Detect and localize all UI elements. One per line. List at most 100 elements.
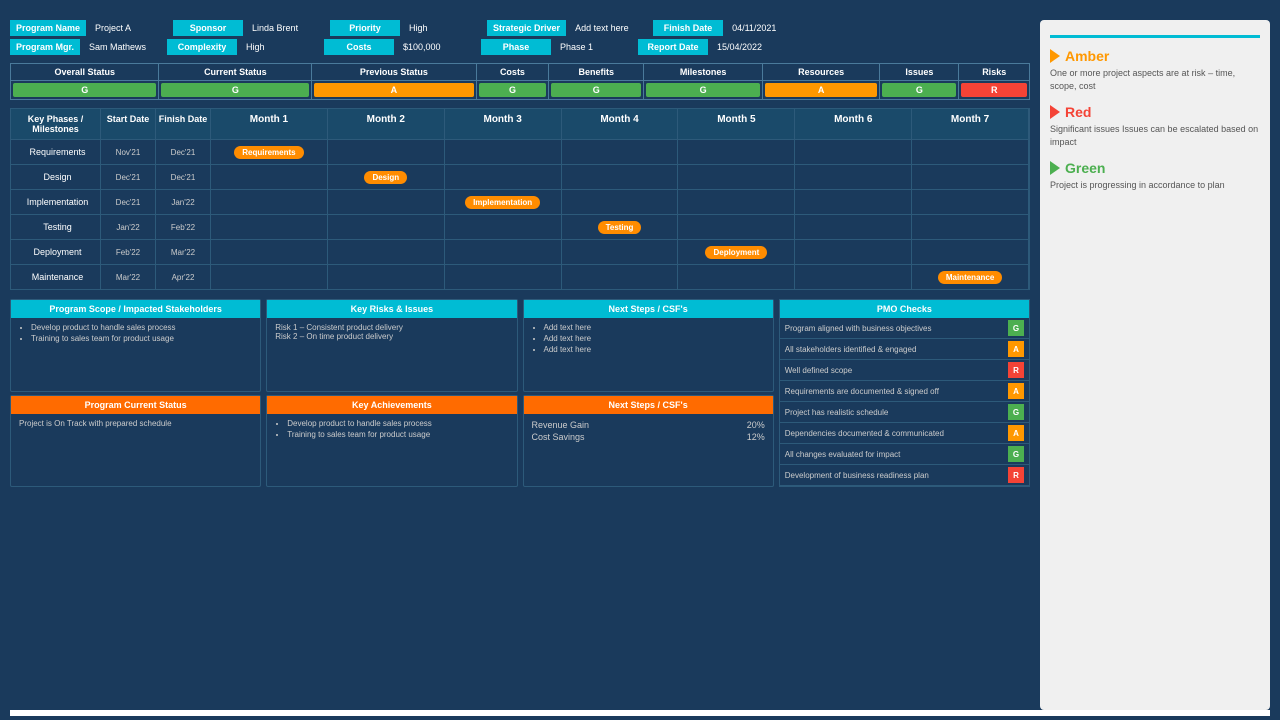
- gantt-bar: Requirements: [234, 146, 303, 159]
- right-panel: AmberOne or more project aspects are at …: [1040, 20, 1270, 710]
- gantt-header-cell: Month 7: [912, 109, 1029, 139]
- status-value-cell: G: [476, 81, 549, 100]
- kv-key: Cost Savings: [532, 432, 585, 442]
- gantt-phase-name: Design: [11, 165, 101, 189]
- gantt-month-cell: [562, 265, 679, 289]
- legend-title: Red: [1050, 104, 1260, 120]
- gantt-month-cell: [795, 190, 912, 214]
- pmo-badge: R: [1008, 362, 1024, 378]
- info-label: Finish Date: [653, 20, 723, 36]
- bottom-card-header: Program Current Status: [11, 396, 260, 414]
- info-cell: Finish Date04/11/2021: [653, 20, 806, 36]
- status-badge: G: [13, 83, 156, 97]
- legend-label: Red: [1065, 104, 1091, 120]
- status-value-cell: G: [644, 81, 763, 100]
- gantt-start-date: Nov'21: [101, 140, 156, 164]
- gantt-finish-date: Feb'22: [156, 215, 211, 239]
- legend-label: Amber: [1065, 48, 1109, 64]
- status-header-cell: Risks: [959, 64, 1030, 81]
- info-value: Phase 1: [554, 39, 634, 55]
- status-badge: G: [161, 83, 309, 97]
- pmo-body: Program aligned with business objectives…: [780, 318, 1029, 486]
- status-header-cell: Overall Status: [11, 64, 159, 81]
- gantt-month-cell: [795, 140, 912, 164]
- status-header-cell: Current Status: [159, 64, 312, 81]
- pmo-row: Dependencies documented & communicatedA: [780, 423, 1029, 444]
- pmo-row: Program aligned with business objectives…: [780, 318, 1029, 339]
- legend-description: Significant issues Issues can be escalat…: [1050, 123, 1260, 148]
- bottom-card-header: Key Risks & Issues: [267, 300, 516, 318]
- gantt-month-cell: [678, 165, 795, 189]
- gantt-bar: Maintenance: [938, 271, 1002, 284]
- status-badge: G: [479, 83, 547, 97]
- gantt-header-cell: Month 5: [678, 109, 795, 139]
- legend-label: Green: [1065, 160, 1105, 176]
- legend-item: AmberOne or more project aspects are at …: [1050, 48, 1260, 92]
- info-label: Report Date: [638, 39, 708, 55]
- bottom-card-column: Program Scope / Impacted StakeholdersDev…: [10, 299, 261, 487]
- pmo-row-text: All changes evaluated for impact: [785, 450, 901, 459]
- status-header-cell: Issues: [880, 64, 959, 81]
- status-badge: A: [314, 83, 473, 97]
- pmo-badge: G: [1008, 320, 1024, 336]
- gantt-start-date: Feb'22: [101, 240, 156, 264]
- status-header-cell: Resources: [762, 64, 880, 81]
- pmo-row: Well defined scopeR: [780, 360, 1029, 381]
- pmo-row-text: Requirements are documented & signed off: [785, 387, 939, 396]
- info-label: Program Mgr.: [10, 39, 80, 55]
- gantt-month-cell: [211, 165, 328, 189]
- gantt-row: DeploymentFeb'22Mar'22Deployment: [11, 240, 1029, 265]
- gantt-month-cell: [912, 140, 1029, 164]
- gantt-month-cell: [328, 140, 445, 164]
- pmo-badge: G: [1008, 404, 1024, 420]
- info-cell: SponsorLinda Brent: [173, 20, 326, 36]
- pmo-header: PMO Checks: [780, 300, 1029, 318]
- pmo-row-text: Project has realistic schedule: [785, 408, 889, 417]
- gantt-header-cell: Month 6: [795, 109, 912, 139]
- gantt-month-cell: [211, 190, 328, 214]
- info-label: Sponsor: [173, 20, 243, 36]
- gantt-month-cell: [562, 240, 679, 264]
- info-cell: Report Date15/04/2022: [638, 39, 791, 55]
- gantt-month-cell: Design: [328, 165, 445, 189]
- gantt-month-cell: Maintenance: [912, 265, 1029, 289]
- gantt-month-cell: [912, 165, 1029, 189]
- gantt-row: MaintenanceMar'22Apr'22Maintenance: [11, 265, 1029, 289]
- kv-value: 20%: [747, 420, 765, 430]
- gantt-start-date: Dec'21: [101, 190, 156, 214]
- pmo-badge: A: [1008, 341, 1024, 357]
- legend-item: Red Significant issues Issues can be esca…: [1050, 104, 1260, 148]
- status-value-cell: A: [762, 81, 880, 100]
- gantt-chart: Key Phases / MilestonesStart DateFinish …: [10, 108, 1030, 290]
- status-badge: A: [765, 83, 878, 97]
- gantt-month-cell: [328, 265, 445, 289]
- gantt-bar: Implementation: [465, 196, 540, 209]
- status-value-cell: G: [549, 81, 644, 100]
- legend-item: GreenProject is progressing in accordanc…: [1050, 160, 1260, 192]
- bottom-card-column: Key Risks & IssuesRisk 1 – Consistent pr…: [266, 299, 517, 487]
- bottom-card: Program Scope / Impacted StakeholdersDev…: [10, 299, 261, 392]
- gantt-header-cell: Month 3: [445, 109, 562, 139]
- bottom-card-list-item: Develop product to handle sales process: [287, 419, 508, 428]
- info-value: Project A: [89, 20, 169, 36]
- status-header-cell: Benefits: [549, 64, 644, 81]
- bottom-card-body: Develop product to handle sales processT…: [267, 414, 516, 474]
- bottom-card-list-item: Develop product to handle sales process: [31, 323, 252, 332]
- info-label: Priority: [330, 20, 400, 36]
- green-arrow-icon: [1050, 161, 1060, 175]
- gantt-month-cell: [795, 165, 912, 189]
- bottom-card-body: Revenue Gain20%Cost Savings12%: [524, 414, 773, 474]
- gantt-finish-date: Apr'22: [156, 265, 211, 289]
- gantt-phase-name: Deployment: [11, 240, 101, 264]
- info-cell: Strategic DriverAdd text here: [487, 20, 649, 36]
- gantt-month-cell: Requirements: [211, 140, 328, 164]
- kv-row: Revenue Gain20%: [532, 419, 765, 431]
- project-status-title: [1050, 30, 1260, 38]
- bottom-card: Next Steps / CSF'sRevenue Gain20%Cost Sa…: [523, 395, 774, 488]
- bottom-card-body: Project is On Track with prepared schedu…: [11, 414, 260, 474]
- gantt-month-cell: [912, 190, 1029, 214]
- info-label: Phase: [481, 39, 551, 55]
- gantt-start-date: Mar'22: [101, 265, 156, 289]
- info-label: Strategic Driver: [487, 20, 566, 36]
- info-label: Complexity: [167, 39, 237, 55]
